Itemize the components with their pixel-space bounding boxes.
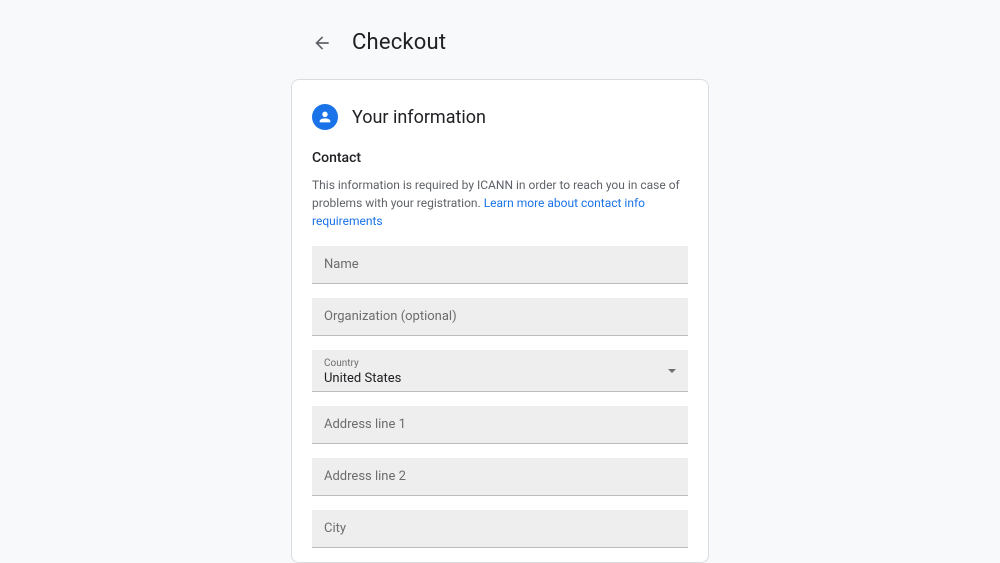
back-button[interactable] xyxy=(310,31,334,55)
page-header: Checkout xyxy=(0,0,1000,79)
address-line-1-input[interactable] xyxy=(312,406,688,444)
name-input[interactable] xyxy=(312,246,688,284)
country-select[interactable]: Country United States xyxy=(312,350,688,392)
page-title: Checkout xyxy=(352,30,446,55)
chevron-down-icon xyxy=(668,369,676,373)
arrow-left-icon xyxy=(312,33,332,53)
section-title: Your information xyxy=(352,107,486,128)
address-line-2-input[interactable] xyxy=(312,458,688,496)
person-icon xyxy=(317,109,333,125)
organization-input[interactable] xyxy=(312,298,688,336)
city-input[interactable] xyxy=(312,510,688,548)
information-card: Your information Contact This informatio… xyxy=(291,79,709,563)
contact-heading: Contact xyxy=(312,150,688,166)
country-value: United States xyxy=(324,371,676,386)
country-label: Country xyxy=(324,359,676,369)
section-header: Your information xyxy=(312,104,688,130)
person-icon-badge xyxy=(312,104,338,130)
help-text: This information is required by ICANN in… xyxy=(312,176,688,230)
